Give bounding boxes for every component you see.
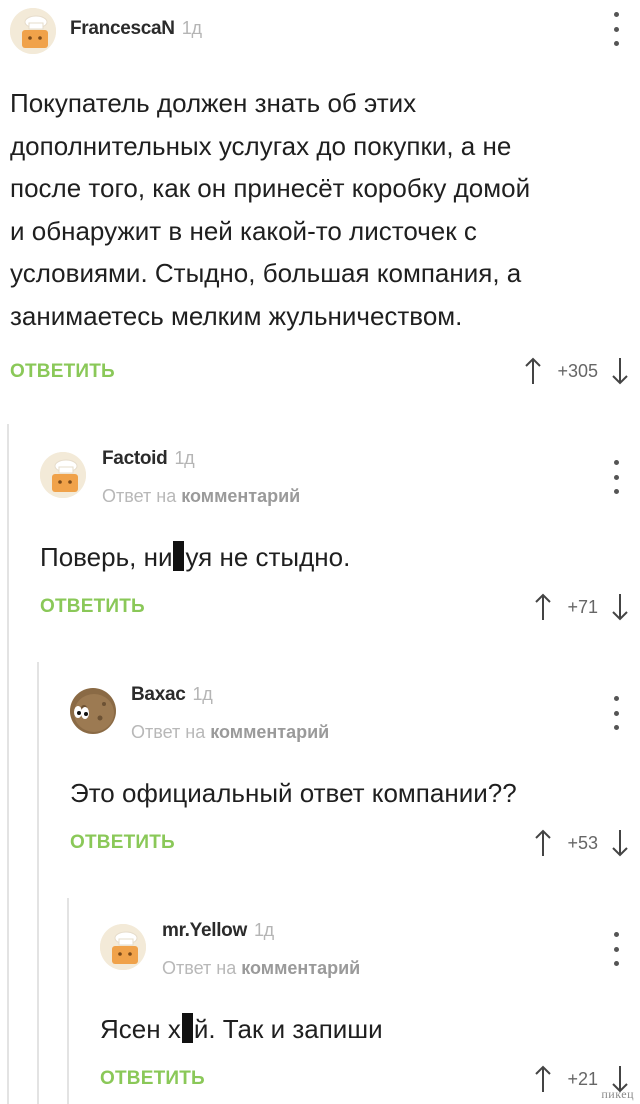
comment-menu-button[interactable] bbox=[604, 460, 628, 494]
upvote-arrow-icon[interactable] bbox=[533, 592, 553, 622]
comment-time: 1д bbox=[181, 18, 202, 38]
comment-menu-button[interactable] bbox=[604, 932, 628, 966]
vote-score: +305 bbox=[557, 360, 598, 381]
comment-mryellow: mr.Yellow 1д Ответ на комментарий Ясен хй… bbox=[0, 902, 640, 1104]
avatar[interactable] bbox=[40, 452, 86, 498]
comment-time: 1д bbox=[192, 684, 213, 704]
comment-text: Ясен х й. Так и запиши bbox=[100, 1013, 383, 1044]
comment-text: Это официальный ответ компании?? bbox=[70, 778, 517, 808]
upvote-arrow-icon[interactable] bbox=[533, 1064, 553, 1094]
watermark: пикец bbox=[601, 1087, 634, 1101]
reply-button[interactable]: ОТВЕТИТЬ bbox=[40, 596, 145, 618]
vote-score: +53 bbox=[567, 832, 598, 853]
avatar[interactable] bbox=[100, 924, 146, 970]
comment-menu-button[interactable] bbox=[604, 696, 628, 730]
vote-controls: +305 bbox=[523, 354, 630, 388]
reply-button[interactable]: ОТВЕТИТЬ bbox=[10, 361, 115, 383]
author-name[interactable]: Вахас 1д bbox=[131, 684, 213, 706]
author-name[interactable]: FrancescaN 1д bbox=[70, 18, 202, 40]
default-cook-avatar-icon bbox=[100, 924, 146, 970]
reply-to-info: Ответ на комментарий bbox=[162, 958, 361, 978]
upvote-arrow-icon[interactable] bbox=[523, 356, 543, 386]
author-name[interactable]: mr.Yellow 1д bbox=[162, 920, 274, 942]
reply-to-link[interactable]: комментарий bbox=[181, 486, 300, 506]
author-name[interactable]: Factoid 1д bbox=[102, 448, 195, 470]
reply-button[interactable]: ОТВЕТИТЬ bbox=[70, 832, 175, 854]
comment-vakhas: Вахас 1д Ответ на комментарий Это официал… bbox=[0, 666, 640, 866]
downvote-arrow-icon[interactable] bbox=[610, 356, 630, 386]
avatar[interactable] bbox=[70, 688, 116, 734]
comment-francescan: FrancescaN 1д Покупатель должен знать об … bbox=[0, 0, 640, 400]
comment-text: Поверь, ни уя не стыдно. bbox=[40, 541, 351, 572]
reply-button[interactable]: ОТВЕТИТЬ bbox=[100, 1068, 205, 1090]
reply-to-info: Ответ на комментарий bbox=[131, 722, 330, 742]
reply-to-info: Ответ на комментарий bbox=[102, 486, 301, 506]
default-cook-avatar-icon bbox=[40, 452, 86, 498]
reply-to-link[interactable]: комментарий bbox=[210, 722, 329, 742]
vote-score: +21 bbox=[567, 1068, 598, 1089]
vote-score: +71 bbox=[567, 596, 598, 617]
reply-to-link[interactable]: комментарий bbox=[241, 958, 360, 978]
comment-time: 1д bbox=[253, 920, 274, 940]
comment-time: 1д bbox=[174, 448, 195, 468]
default-cook-avatar-icon bbox=[10, 8, 56, 54]
vote-controls: +71 bbox=[533, 590, 630, 624]
censor-bar bbox=[181, 1013, 193, 1043]
avatar[interactable] bbox=[10, 8, 56, 54]
comment-factoid: Factoid 1д Ответ на комментарий Поверь, н… bbox=[0, 430, 640, 630]
potato-face-avatar-icon bbox=[70, 688, 116, 734]
upvote-arrow-icon[interactable] bbox=[533, 828, 553, 858]
vote-controls: +53 bbox=[533, 826, 630, 860]
censor-bar bbox=[173, 541, 185, 571]
comment-menu-button[interactable] bbox=[604, 12, 628, 46]
downvote-arrow-icon[interactable] bbox=[610, 828, 630, 858]
comment-text: Покупатель должен знать об этих дополнит… bbox=[10, 88, 531, 331]
downvote-arrow-icon[interactable] bbox=[610, 592, 630, 622]
